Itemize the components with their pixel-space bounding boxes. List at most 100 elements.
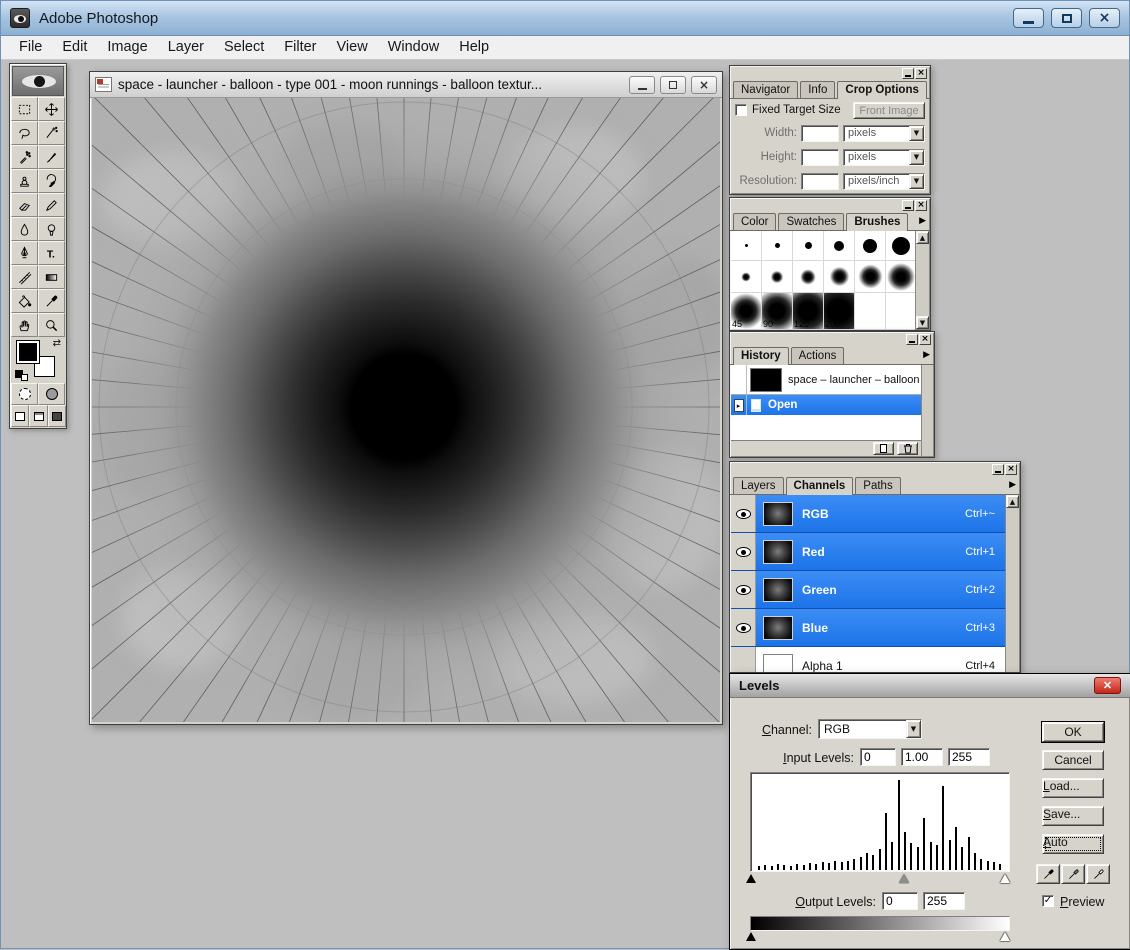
measure-tool[interactable] <box>11 265 38 289</box>
tab-actions[interactable]: Actions <box>791 347 845 364</box>
fullscreen-button[interactable] <box>48 405 66 427</box>
preview-checkbox[interactable]: ✓ <box>1042 895 1054 907</box>
menu-view[interactable]: View <box>327 36 378 59</box>
output-highlight-slider[interactable] <box>1000 932 1010 941</box>
move-tool[interactable] <box>38 97 65 121</box>
levels-dialog-titlebar[interactable]: Levels ✕ <box>730 674 1130 698</box>
ok-button[interactable]: OK <box>1042 722 1104 742</box>
history-snapshot-row[interactable]: space – launcher – balloon ... <box>731 365 921 395</box>
channel-row-blue[interactable]: Blue Ctrl+3 <box>731 609 1005 647</box>
gray-point-eyedropper-button[interactable] <box>1061 864 1085 884</box>
dropdown-arrow-icon[interactable]: ▼ <box>909 174 924 189</box>
channel-row-green[interactable]: Green Ctrl+2 <box>731 571 1005 609</box>
panel-close-button[interactable]: × <box>1005 464 1017 475</box>
brush-preset[interactable]: 45 <box>731 293 762 329</box>
brushes-scrollbar[interactable]: ▲ ▼ <box>915 231 929 329</box>
pen-tool[interactable] <box>11 241 38 265</box>
black-point-eyedropper-button[interactable] <box>1036 864 1060 884</box>
panel-close-button[interactable]: × <box>915 68 927 79</box>
menu-layer[interactable]: Layer <box>158 36 214 59</box>
white-point-eyedropper-button[interactable] <box>1086 864 1110 884</box>
brush-preset[interactable] <box>886 261 917 292</box>
brush-preset[interactable] <box>855 231 886 260</box>
scroll-down-icon[interactable]: ▼ <box>916 316 929 329</box>
blur-tool[interactable] <box>11 217 38 241</box>
panel-menu-arrow-icon[interactable]: ▶ <box>919 216 926 226</box>
history-brush-source-well[interactable] <box>731 365 747 394</box>
channel-row-rgb[interactable]: RGB Ctrl+~ <box>731 495 1005 533</box>
menu-file[interactable]: File <box>9 36 52 59</box>
tab-swatches[interactable]: Swatches <box>778 213 844 230</box>
history-state-open[interactable]: ▸ Open <box>731 395 921 415</box>
document-close-button[interactable]: × <box>691 76 717 94</box>
tab-channels[interactable]: Channels <box>786 477 854 495</box>
close-button[interactable]: × <box>1089 8 1120 28</box>
visibility-toggle[interactable] <box>731 609 756 646</box>
visibility-toggle[interactable] <box>731 571 756 608</box>
panel-close-button[interactable]: × <box>915 200 927 211</box>
document-minimize-button[interactable] <box>629 76 655 94</box>
gradient-tool[interactable] <box>38 265 65 289</box>
history-brush-source-well[interactable]: ▸ <box>731 395 747 415</box>
scroll-up-icon[interactable]: ▲ <box>1006 495 1019 508</box>
width-unit-dropdown[interactable]: pixels ▼ <box>843 125 925 142</box>
brush-preset[interactable] <box>793 231 824 260</box>
brush-preset[interactable] <box>731 231 762 260</box>
panel-minimize-button[interactable] <box>906 334 918 345</box>
default-colors-icon[interactable] <box>15 370 28 381</box>
history-brush-tool[interactable] <box>38 169 65 193</box>
height-unit-dropdown[interactable]: pixels ▼ <box>843 149 925 166</box>
scroll-up-icon[interactable]: ▲ <box>916 231 929 244</box>
front-image-button[interactable]: Front Image <box>853 102 925 119</box>
menu-edit[interactable]: Edit <box>52 36 97 59</box>
brush-preset[interactable]: 120 <box>793 293 824 329</box>
dialog-close-button[interactable]: ✕ <box>1094 677 1121 694</box>
brush-preset[interactable] <box>793 261 824 292</box>
visibility-toggle[interactable] <box>731 533 756 570</box>
menu-filter[interactable]: Filter <box>274 36 326 59</box>
eraser-tool[interactable] <box>11 193 38 217</box>
height-input[interactable] <box>801 149 839 166</box>
brush-preset[interactable] <box>886 231 917 260</box>
magic-wand-tool[interactable] <box>38 121 65 145</box>
panel-menu-arrow-icon[interactable]: ▶ <box>923 350 930 360</box>
maximize-button[interactable] <box>1051 8 1082 28</box>
tab-navigator[interactable]: Navigator <box>733 81 798 98</box>
output-black-point[interactable] <box>882 892 918 910</box>
marquee-tool[interactable] <box>11 97 38 121</box>
resolution-unit-dropdown[interactable]: pixels/inch ▼ <box>843 173 925 190</box>
brushes-panel-titlebar[interactable]: × <box>730 198 930 212</box>
tab-history[interactable]: History <box>733 347 789 365</box>
input-highlight-slider[interactable] <box>1000 874 1010 883</box>
dropdown-arrow-icon[interactable]: ▼ <box>909 126 924 141</box>
panel-menu-arrow-icon[interactable]: ▶ <box>1009 480 1016 490</box>
delete-state-button[interactable] <box>897 442 918 455</box>
brush-preset[interactable] <box>762 261 793 292</box>
dodge-tool[interactable] <box>38 217 65 241</box>
resolution-input[interactable] <box>801 173 839 190</box>
app-titlebar[interactable]: Adobe Photoshop × <box>1 1 1129 36</box>
canvas[interactable] <box>92 98 720 722</box>
cancel-button[interactable]: Cancel <box>1042 750 1104 770</box>
brush-preset[interactable] <box>824 231 855 260</box>
brush-preset[interactable] <box>855 293 886 329</box>
document-maximize-button[interactable] <box>660 76 686 94</box>
hand-tool[interactable] <box>11 313 38 337</box>
brush-preset[interactable] <box>824 261 855 292</box>
document-titlebar[interactable]: space - launcher - balloon - type 001 - … <box>90 72 722 98</box>
panel-minimize-button[interactable] <box>902 200 914 211</box>
paint-bucket-tool[interactable] <box>11 289 38 313</box>
save-button[interactable]: Save... <box>1042 806 1104 826</box>
paintbrush-tool[interactable] <box>38 145 65 169</box>
panel-minimize-button[interactable] <box>902 68 914 79</box>
channels-scrollbar[interactable]: ▲ <box>1005 495 1019 672</box>
brush-preset[interactable] <box>731 261 762 292</box>
brush-preset[interactable]: 200 <box>824 293 855 329</box>
menu-help[interactable]: Help <box>449 36 499 59</box>
menu-image[interactable]: Image <box>97 36 157 59</box>
width-input[interactable] <box>801 125 839 142</box>
panel-close-button[interactable]: × <box>919 334 931 345</box>
dropdown-arrow-icon[interactable]: ▼ <box>906 720 921 738</box>
zoom-tool[interactable] <box>38 313 65 337</box>
brush-preset[interactable] <box>855 261 886 292</box>
